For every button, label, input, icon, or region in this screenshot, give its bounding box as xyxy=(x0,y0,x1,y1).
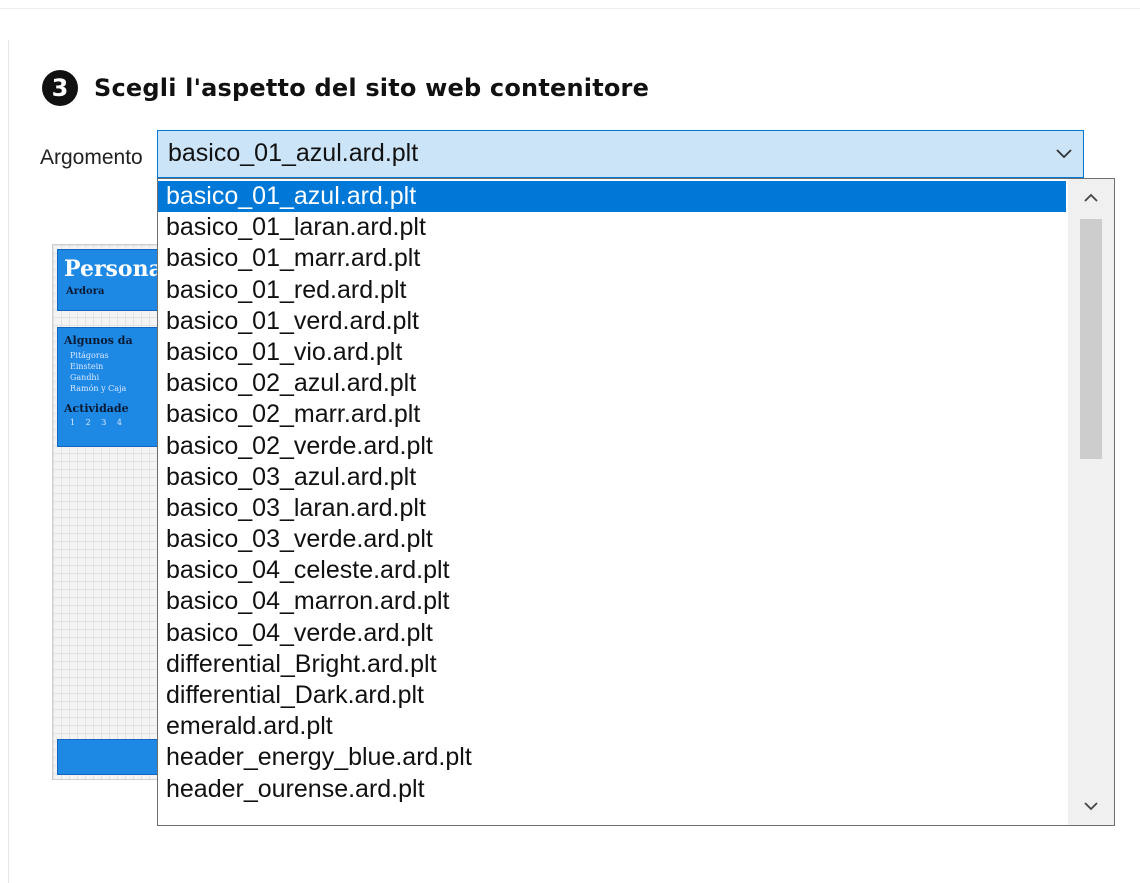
scroll-down-button[interactable] xyxy=(1068,789,1114,823)
preview-header: Persona Ardora xyxy=(57,249,171,311)
preview-subtitle: Ardora xyxy=(66,286,105,297)
top-divider xyxy=(0,8,1140,9)
section-title: Scegli l'aspetto del sito web contenitor… xyxy=(94,74,650,102)
dropdown-option[interactable]: basico_03_laran.ard.plt xyxy=(158,493,1066,524)
section-heading: 3 Scegli l'aspetto del sito web contenit… xyxy=(42,68,649,108)
dropdown-option[interactable]: differential_Dark.ard.plt xyxy=(158,680,1066,711)
preview-list-item: Pitágoras xyxy=(70,351,109,360)
preview-panel-subtitle: Actividade xyxy=(64,402,129,415)
preview-list-item: Ramón y Caja xyxy=(70,384,127,393)
dropdown-option[interactable]: header_ourense.ard.plt xyxy=(158,774,1066,805)
dropdown-option[interactable]: differential_Bright.ard.plt xyxy=(158,649,1066,680)
dropdown-option[interactable]: basico_01_laran.ard.plt xyxy=(158,212,1066,243)
dropdown-scrollbar[interactable] xyxy=(1068,179,1114,825)
preview-page-numbers: 1 2 3 4 xyxy=(70,418,122,427)
dropdown-option[interactable]: basico_04_marron.ard.plt xyxy=(158,586,1066,617)
chevron-down-icon xyxy=(1084,802,1098,811)
dropdown-option[interactable]: basico_03_azul.ard.plt xyxy=(158,462,1066,493)
preview-list-item: Einstein xyxy=(70,362,104,371)
theme-dropdown-list[interactable]: basico_01_azul.ard.plt basico_01_laran.ar… xyxy=(157,178,1115,826)
dropdown-option[interactable]: basico_01_marr.ard.plt xyxy=(158,243,1066,274)
chevron-down-icon[interactable] xyxy=(1053,142,1075,164)
preview-footer xyxy=(57,739,171,775)
combo-selected-value: basico_01_azul.ard.plt xyxy=(168,139,419,167)
dropdown-option[interactable]: basico_01_vio.ard.plt xyxy=(158,337,1066,368)
dropdown-option[interactable]: basico_02_azul.ard.plt xyxy=(158,368,1066,399)
dropdown-option[interactable]: emerald.ard.plt xyxy=(158,711,1066,742)
theme-combo-box[interactable]: basico_01_azul.ard.plt xyxy=(157,130,1084,178)
scroll-up-button[interactable] xyxy=(1068,181,1114,215)
preview-menu-panel: Algunos da Pitágoras Einstein Gandhi Ram… xyxy=(57,327,171,447)
dialog-page: 3 Scegli l'aspetto del sito web contenit… xyxy=(0,0,1140,883)
chevron-up-icon xyxy=(1084,193,1098,202)
dropdown-option[interactable]: basico_02_marr.ard.plt xyxy=(158,399,1066,430)
dropdown-option[interactable]: basico_01_azul.ard.plt xyxy=(158,181,1066,213)
theme-field-label: Argomento xyxy=(40,146,143,169)
dropdown-option[interactable]: header_energy_blue.ard.plt xyxy=(158,742,1066,773)
theme-preview-thumbnail: Persona Ardora Algunos da Pitágoras Eins… xyxy=(52,244,174,780)
dropdown-options: basico_01_azul.ard.plt basico_01_laran.ar… xyxy=(158,181,1066,805)
dropdown-option[interactable]: basico_04_verde.ard.plt xyxy=(158,618,1066,649)
preview-list: Pitágoras Einstein Gandhi Ramón y Caja xyxy=(70,350,126,394)
preview-panel-title: Algunos da xyxy=(64,334,133,347)
dropdown-option[interactable]: basico_02_verde.ard.plt xyxy=(158,431,1066,462)
dropdown-option[interactable]: basico_01_red.ard.plt xyxy=(158,275,1066,306)
preview-title: Persona xyxy=(64,256,163,282)
preview-list-item: Gandhi xyxy=(70,373,100,382)
dropdown-option[interactable]: basico_04_celeste.ard.plt xyxy=(158,555,1066,586)
step-number-badge: 3 xyxy=(42,70,78,106)
dropdown-option[interactable]: basico_03_verde.ard.plt xyxy=(158,524,1066,555)
scroll-thumb[interactable] xyxy=(1080,219,1102,459)
dropdown-option[interactable]: basico_01_verd.ard.plt xyxy=(158,306,1066,337)
left-divider xyxy=(8,40,9,883)
